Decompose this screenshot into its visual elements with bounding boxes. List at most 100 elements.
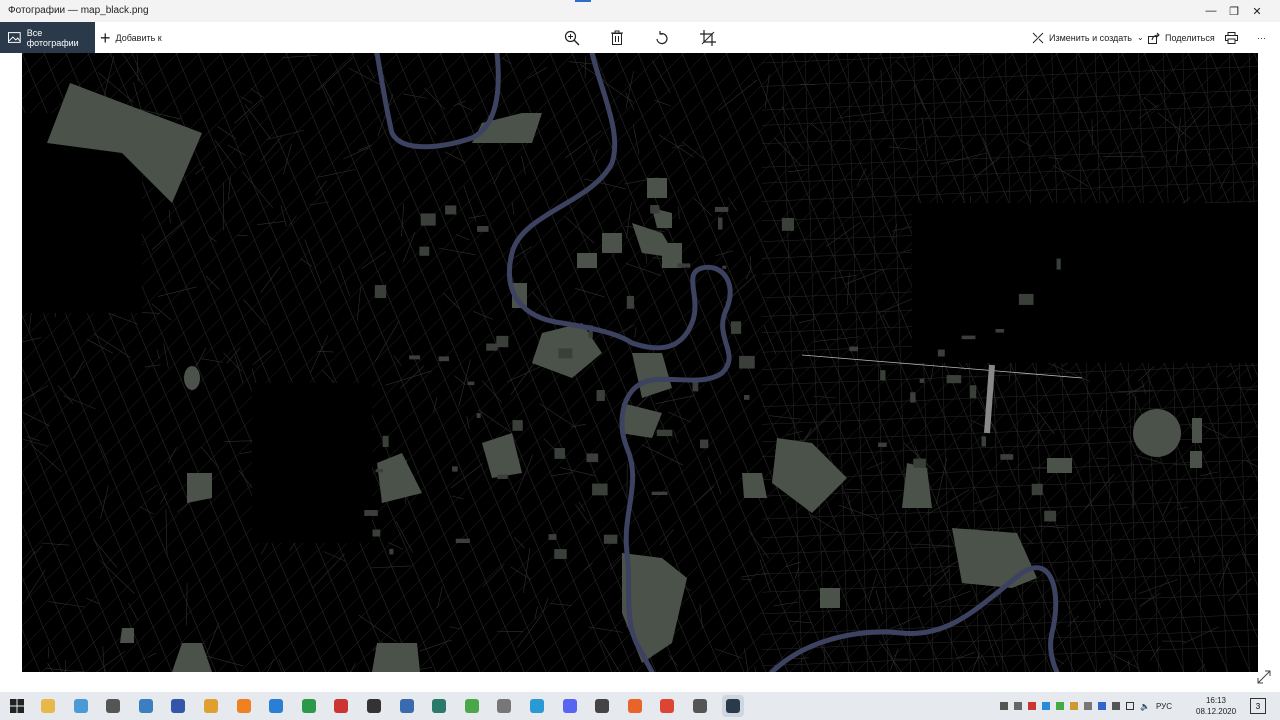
calculator-icon <box>106 699 121 713</box>
building <box>558 348 573 359</box>
building <box>730 321 742 334</box>
taskbar-app-calculator[interactable] <box>102 695 124 717</box>
park-area <box>602 233 622 253</box>
park-area <box>902 463 932 508</box>
crop-button[interactable] <box>697 27 719 49</box>
app-13-icon <box>432 699 447 713</box>
notification-center-button[interactable]: 3 <box>1250 698 1266 714</box>
building <box>717 217 723 230</box>
empty-area <box>252 383 372 543</box>
file-explorer-icon <box>41 699 55 713</box>
all-photos-button[interactable]: Все фотографии <box>0 22 95 53</box>
photos-icon <box>8 32 21 43</box>
taskbar-app-filezilla[interactable] <box>330 695 352 717</box>
telegram-icon <box>530 699 544 713</box>
tray-icon[interactable] <box>1042 702 1050 710</box>
close-button[interactable]: ✕ <box>1234 0 1280 22</box>
print-button[interactable] <box>1225 22 1243 53</box>
taskbar-app-app-21[interactable] <box>689 695 711 717</box>
taskbar-app-app-13[interactable] <box>428 695 450 717</box>
building <box>554 549 567 559</box>
chevron-down-icon: ⌄ <box>1136 33 1144 42</box>
tray-icon[interactable] <box>1028 702 1036 710</box>
building <box>554 448 566 459</box>
building <box>651 491 668 496</box>
taskbar-app-discord[interactable] <box>559 695 581 717</box>
taskbar-app-notepad[interactable] <box>70 695 92 717</box>
building <box>910 392 916 403</box>
building <box>445 205 457 215</box>
taskbar-app-telegram[interactable] <box>526 695 548 717</box>
volume-icon[interactable]: 🔈 <box>1140 702 1150 711</box>
tray-icon[interactable] <box>1056 702 1064 710</box>
edit-create-button[interactable]: Изменить и создать ⌄ <box>1032 22 1144 53</box>
taskbar-app-sublime-text[interactable] <box>233 695 255 717</box>
rotate-button[interactable] <box>651 27 673 49</box>
taskbar-app-app-15[interactable] <box>493 695 515 717</box>
building <box>744 395 750 400</box>
taskbar-app-chrome[interactable] <box>656 695 678 717</box>
park-area <box>120 628 134 643</box>
share-label: Поделиться <box>1165 32 1215 43</box>
more-options-button[interactable]: ··· <box>1257 22 1266 53</box>
tray-icon[interactable] <box>1098 702 1106 710</box>
add-to-button[interactable]: + Добавить к <box>100 22 162 53</box>
tray-icon[interactable] <box>1070 702 1078 710</box>
building <box>656 429 673 437</box>
tray-icon[interactable] <box>1112 702 1120 710</box>
building <box>375 469 384 473</box>
building <box>677 263 691 268</box>
taskbar-app-terminal[interactable] <box>363 695 385 717</box>
building <box>592 483 608 496</box>
building <box>419 246 430 256</box>
clock[interactable]: 16:13 08.12.2020 <box>1196 695 1236 717</box>
language-indicator[interactable]: РУС <box>1156 702 1172 711</box>
vscode-icon <box>269 699 284 713</box>
taskbar-app-utorrent[interactable] <box>461 695 483 717</box>
building <box>372 529 381 537</box>
park-area <box>482 433 522 478</box>
zoom-button[interactable] <box>561 27 583 49</box>
building <box>374 285 387 299</box>
discord-icon <box>562 699 577 713</box>
building <box>438 356 450 362</box>
building <box>919 378 925 383</box>
building <box>1018 293 1034 305</box>
notepad-icon <box>73 699 88 713</box>
expand-icon[interactable] <box>1256 669 1272 685</box>
taskbar-app-app-5[interactable] <box>167 695 189 717</box>
image-canvas[interactable] <box>22 53 1258 672</box>
taskbar-app-photos[interactable] <box>721 695 744 717</box>
app-15-icon <box>497 699 512 713</box>
taskbar-app-app-18[interactable] <box>591 695 613 717</box>
taskbar-app-pycharm[interactable] <box>298 695 320 717</box>
trash-icon <box>611 30 623 45</box>
edit-create-icon <box>1032 32 1044 43</box>
park-area <box>377 453 422 503</box>
network-icon[interactable] <box>1126 702 1134 710</box>
taskbar-app-file-explorer[interactable] <box>37 695 59 717</box>
building <box>596 389 605 401</box>
share-button[interactable]: Поделиться <box>1148 22 1215 53</box>
delete-button[interactable] <box>606 27 628 49</box>
building <box>1031 483 1043 496</box>
park-area <box>622 553 687 663</box>
building <box>981 436 986 447</box>
tray-icon[interactable] <box>1000 702 1008 710</box>
taskbar-app-app-4[interactable] <box>135 695 157 717</box>
start-button[interactable] <box>0 692 34 720</box>
building <box>586 453 599 463</box>
taskbar-app-app-6[interactable] <box>200 695 222 717</box>
taskbar-app-app-12[interactable] <box>396 695 418 717</box>
map-image <box>22 53 1258 672</box>
building <box>781 217 795 231</box>
tray-icon[interactable] <box>1014 702 1022 710</box>
tray-icon[interactable] <box>1084 702 1092 710</box>
title-bar: Фотографии — map_black.png — ❐ ✕ <box>0 0 1280 22</box>
taskbar-app-firefox[interactable] <box>624 695 646 717</box>
building <box>937 349 945 357</box>
windows-icon <box>10 699 24 713</box>
taskbar-app-vscode[interactable] <box>265 695 287 717</box>
crop-icon <box>700 30 716 46</box>
park-area <box>577 253 597 268</box>
